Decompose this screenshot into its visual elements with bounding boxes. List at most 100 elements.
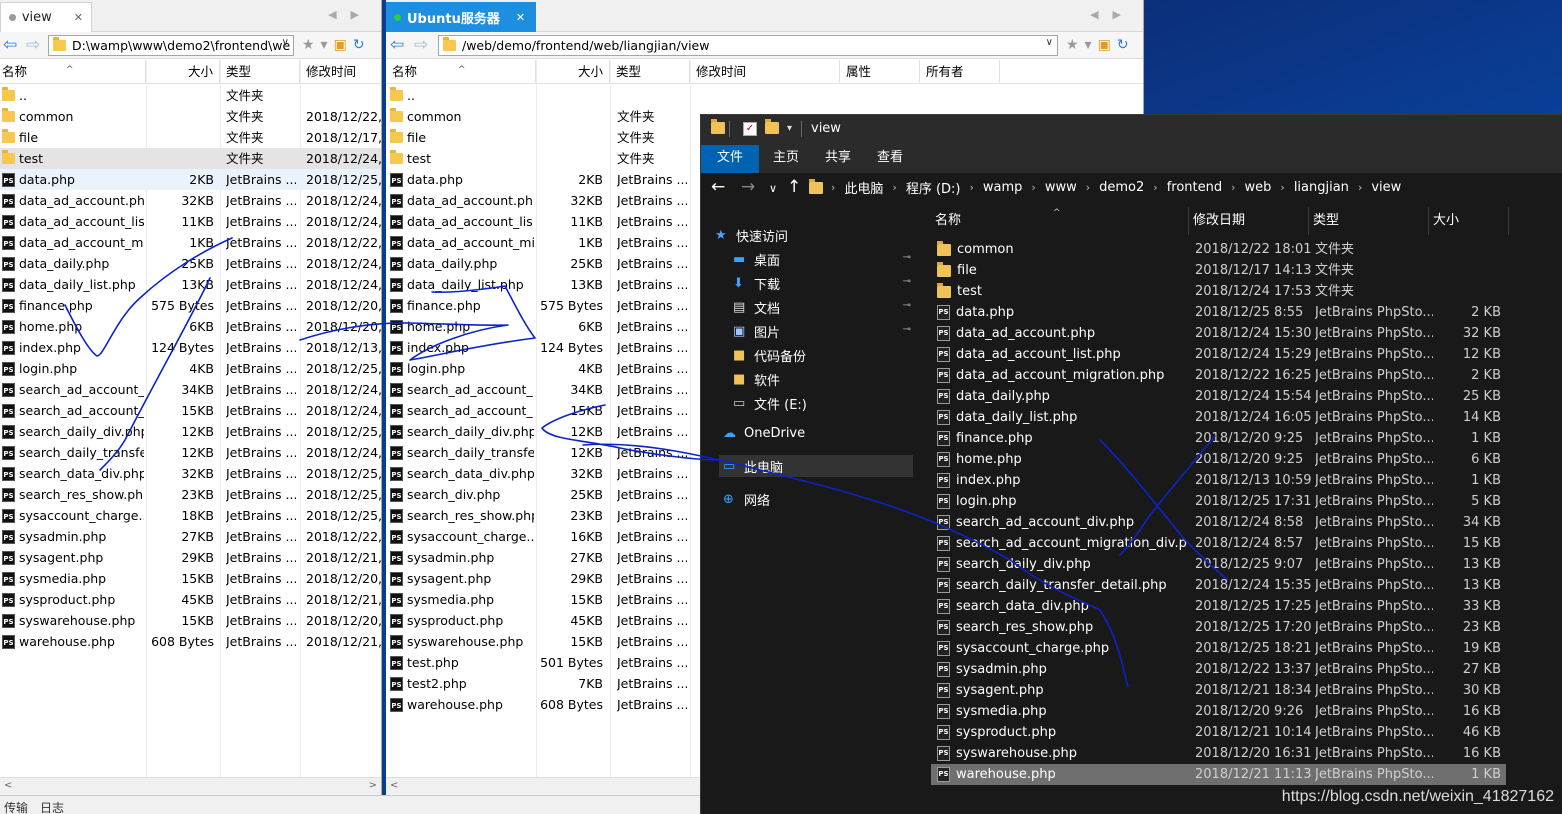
list-item[interactable]: PS finance.php 2018/12/20 9:25 JetBrains Ph… (931, 428, 1506, 449)
close-icon[interactable]: ✕ (74, 11, 83, 24)
chevron-right-icon[interactable]: › (1031, 181, 1035, 194)
scroll-left-icon[interactable]: < (4, 780, 12, 791)
table-row[interactable]: PS warehouse.php 608 Bytes JetBrains ... 201… (0, 631, 381, 652)
table-row[interactable]: PS sysaccount_charge.... 18KB JetBrains ...… (0, 505, 381, 526)
list-item[interactable]: PS sysagent.php 2018/12/21 18:34 JetBrains … (931, 680, 1506, 701)
table-row[interactable]: PS search_daily_div.php 12KB JetBrains ... 2… (0, 421, 381, 442)
nav-item-computer-icon-9[interactable]: ▭ 此电脑 (719, 455, 913, 477)
back-arrow-icon[interactable]: ⇦ (3, 35, 17, 55)
tab-ubuntu-server[interactable]: Ubuntu服务器 ✕ (386, 2, 536, 32)
new-folder-icon[interactable] (765, 119, 779, 136)
nav-item-document-icon-3[interactable]: ▤ 文档 (733, 298, 780, 317)
col-name[interactable]: 名称 ^ (0, 60, 146, 84)
list-item[interactable]: PS data_ad_account_migration.php 2018/12/2… (931, 365, 1506, 386)
nav-item-network-icon-10[interactable]: ⊕ 网络 (723, 490, 770, 509)
table-row[interactable]: test 文件夹 2018/12/24, (0, 148, 381, 169)
chevron-right-icon[interactable]: › (892, 181, 896, 194)
list-item[interactable]: PS search_daily_transfer_detail.php 2018/1… (931, 575, 1506, 596)
list-item[interactable]: PS data.php 2018/12/25 8:55 JetBrains PhpSt… (931, 302, 1506, 323)
table-row[interactable]: PS data_ad_account.php 32KB JetBrains ... 20… (0, 190, 381, 211)
table-row[interactable]: PS search_ad_account_... 34KB JetBrains ...… (0, 379, 381, 400)
nav-item-cloud-icon-8[interactable]: ☁ OneDrive (723, 426, 805, 441)
list-item[interactable]: PS login.php 2018/12/25 17:31 JetBrains Php… (931, 491, 1506, 512)
col-name[interactable]: 名称 ^ (386, 60, 536, 84)
scroll-right-icon[interactable]: > (369, 780, 377, 791)
list-item[interactable]: PS search_ad_account_div.php 2018/12/24 8:… (931, 512, 1506, 533)
tab-view[interactable]: view ✕ (0, 2, 92, 32)
table-row[interactable]: PS syswarehouse.php 15KB JetBrains ... 2018/… (0, 610, 381, 631)
table-row[interactable]: .. 文件夹 (0, 85, 381, 106)
table-row[interactable]: PS sysagent.php 29KB JetBrains ... 2018/12/2… (0, 547, 381, 568)
chevron-down-icon[interactable]: ∨ (1046, 37, 1053, 48)
chevron-right-icon[interactable]: › (1231, 181, 1235, 194)
table-row[interactable]: PS data_ad_account_lis... 11KB JetBrains ..… (0, 211, 381, 232)
pin-icon[interactable]: ⊸ (903, 276, 911, 287)
table-row[interactable]: PS home.php 6KB JetBrains ... 2018/12/20, (0, 316, 381, 337)
breadcrumb-item[interactable]: 此电脑 (844, 178, 883, 197)
table-row[interactable]: PS sysproduct.php 45KB JetBrains ... 2018/12… (0, 589, 381, 610)
chevron-right-icon[interactable]: › (1153, 181, 1157, 194)
tab-scroll-arrows-icon[interactable]: ◀▶ (1090, 8, 1135, 21)
back-arrow-icon[interactable]: ⇦ (390, 35, 404, 55)
table-row[interactable]: PS data_daily_list.php 13KB JetBrains ... 20… (0, 274, 381, 295)
list-item[interactable]: test 2018/12/24 17:53 文件夹 (931, 281, 1506, 302)
table-row[interactable]: PSdata_ad_account_mi... 1KB JetBrains ... 2… (0, 232, 381, 253)
chevron-down-icon[interactable]: ∨ (282, 37, 289, 48)
list-item[interactable]: common 2018/12/22 18:01 文件夹 (931, 239, 1506, 260)
table-row[interactable]: PS sysmedia.php 15KB JetBrains ... 2018/12/2… (0, 568, 381, 589)
nav-item-picture-icon-4[interactable]: ▣ 图片 (733, 322, 780, 341)
ribbon-tab-share[interactable]: 共享 (811, 145, 865, 173)
list-item[interactable]: PS home.php 2018/12/20 9:25 JetBrains PhpSt… (931, 449, 1506, 470)
address-field[interactable]: D:\wamp\www\demo2\frontend\we ∨ (48, 35, 294, 56)
ribbon-tab-file[interactable]: 文件 (701, 145, 759, 173)
close-icon[interactable]: ✕ (516, 11, 525, 24)
list-item[interactable]: PS search_data_div.php 2018/12/25 17:25 Jet… (931, 596, 1506, 617)
nav-item-drive-icon-7[interactable]: ▭ 文件 (E:) (733, 394, 807, 413)
table-row[interactable]: common 文件夹 2018/12/22, (0, 106, 381, 127)
col-modified[interactable]: 修改时间 (300, 60, 381, 84)
pin-icon[interactable]: ⊸ (903, 252, 911, 263)
table-row[interactable]: PS login.php 4KB JetBrains ... 2018/12/25, (0, 358, 381, 379)
col-modified[interactable]: 修改日期 (1189, 207, 1309, 235)
col-type[interactable]: 类型 (610, 60, 690, 84)
chevron-right-icon[interactable]: › (1358, 181, 1362, 194)
forward-arrow-icon[interactable]: → (741, 177, 755, 197)
table-row[interactable]: PS search_res_show.php 23KB JetBrains ... 20… (0, 484, 381, 505)
list-item[interactable]: PS data_ad_account.php 2018/12/24 15:30 Jet… (931, 323, 1506, 344)
list-item[interactable]: PS sysaccount_charge.php 2018/12/25 18:21 J… (931, 638, 1506, 659)
chevron-right-icon[interactable]: › (970, 181, 974, 194)
col-type[interactable]: 类型 (1309, 207, 1429, 235)
breadcrumb-item[interactable]: demo2 (1099, 180, 1144, 195)
pin-icon[interactable]: ⊸ (903, 300, 911, 311)
list-item[interactable]: PS data_daily.php 2018/12/24 15:54 JetBrain… (931, 386, 1506, 407)
list-item[interactable]: PS sysmedia.php 2018/12/20 9:26 JetBrains P… (931, 701, 1506, 722)
list-item[interactable]: file 2018/12/17 14:13 文件夹 (931, 260, 1506, 281)
list-item[interactable]: PS search_ad_account_migration_div.php 201… (931, 533, 1506, 554)
col-name[interactable]: 名称 ^ (931, 207, 1189, 235)
recent-locations-icon[interactable]: ∨ (769, 182, 777, 195)
scroll-left-icon[interactable]: < (390, 780, 398, 791)
tab-transfer[interactable]: 传输 (4, 799, 28, 814)
breadcrumb-item[interactable]: liangjian (1294, 180, 1349, 195)
col-owner[interactable]: 所有者 (920, 60, 1000, 84)
breadcrumb-item[interactable]: view (1371, 180, 1401, 195)
list-item[interactable]: PS search_res_show.php 2018/12/25 17:20 Jet… (931, 617, 1506, 638)
table-row[interactable]: PS search_data_div.php 32KB JetBrains ... 20… (0, 463, 381, 484)
chevron-right-icon[interactable]: › (1086, 181, 1090, 194)
col-type[interactable]: 类型 (220, 60, 300, 84)
nav-item-folder-icon-5[interactable]: ■ 代码备份 (733, 346, 806, 365)
list-item[interactable]: PS data_daily_list.php 2018/12/24 16:05 Jet… (931, 407, 1506, 428)
breadcrumb-item[interactable]: wamp (983, 180, 1023, 195)
horizontal-scrollbar[interactable]: <> (0, 777, 381, 795)
nav-item-desktop-icon-1[interactable]: ▬ 桌面 (733, 250, 780, 269)
table-row[interactable]: PS search_ad_account_... 15KB JetBrains ...… (0, 400, 381, 421)
list-item[interactable]: PS index.php 2018/12/13 10:59 JetBrains Php… (931, 470, 1506, 491)
table-row[interactable]: PS data.php 2KB JetBrains ... 2018/12/25, (0, 169, 381, 190)
list-item[interactable]: PS syswarehouse.php 2018/12/20 16:31 JetBra… (931, 743, 1506, 764)
breadcrumb-item[interactable]: web (1245, 180, 1272, 195)
ribbon-tab-view[interactable]: 查看 (863, 145, 917, 173)
nav-item-star-icon-0[interactable]: ★ 快速访问 (715, 226, 788, 245)
list-item[interactable]: PS search_daily_div.php 2018/12/25 9:07 Jet… (931, 554, 1506, 575)
table-row[interactable]: .. (386, 85, 1143, 106)
back-arrow-icon[interactable]: ← (711, 177, 725, 197)
